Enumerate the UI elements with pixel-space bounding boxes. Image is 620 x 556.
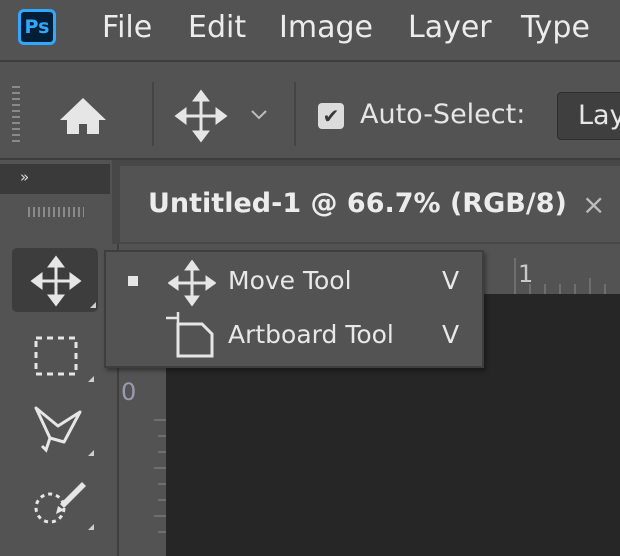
auto-select-label: Auto-Select: xyxy=(360,99,526,130)
close-tab-icon[interactable]: × xyxy=(582,188,605,221)
auto-select-target-dropdown[interactable]: Layer xyxy=(557,92,620,140)
chevron-down-icon xyxy=(251,110,267,120)
polygonal-lasso-icon xyxy=(34,406,94,456)
move-tool-flyout: Move Tool V Artboard Tool V xyxy=(104,250,484,368)
options-divider xyxy=(294,82,296,146)
flyout-item-shortcut: V xyxy=(442,266,460,295)
photoshop-logo[interactable]: Ps xyxy=(18,9,56,45)
flyout-item-shortcut: V xyxy=(442,320,460,349)
horizontal-ruler-label: 1 xyxy=(518,260,534,288)
move-tool-button[interactable] xyxy=(12,248,98,312)
menu-layer[interactable]: Layer xyxy=(408,8,492,48)
selected-indicator xyxy=(128,276,138,286)
home-button[interactable] xyxy=(52,88,114,144)
move-icon xyxy=(168,260,216,306)
auto-select-checkbox[interactable]: ✔ xyxy=(318,103,344,129)
tools-panel-grip[interactable] xyxy=(28,207,84,217)
menu-type[interactable]: Type xyxy=(521,8,590,48)
collapse-icon[interactable]: » xyxy=(20,168,29,186)
options-divider xyxy=(152,82,154,146)
menu-file[interactable]: File xyxy=(102,8,152,48)
vertical-ruler-label: 0 xyxy=(121,378,137,406)
move-icon xyxy=(174,89,228,143)
artboard-icon xyxy=(166,312,214,358)
flyout-item-label: Artboard Tool xyxy=(228,320,394,349)
flyout-item-move-tool[interactable]: Move Tool V xyxy=(108,256,482,310)
menu-image[interactable]: Image xyxy=(279,8,373,48)
quick-selection-icon xyxy=(34,482,94,530)
quick-selection-tool-button[interactable] xyxy=(12,470,98,534)
menu-edit[interactable]: Edit xyxy=(188,8,246,48)
flyout-item-artboard-tool[interactable]: Artboard Tool V xyxy=(108,310,482,364)
lasso-tool-button[interactable] xyxy=(12,396,98,460)
home-icon xyxy=(60,98,106,134)
marquee-tool-button[interactable] xyxy=(12,322,98,386)
tool-preset-picker[interactable] xyxy=(172,88,282,144)
flyout-item-label: Move Tool xyxy=(228,266,352,295)
move-tool-icon xyxy=(30,255,96,308)
tools-panel-header[interactable]: » xyxy=(0,164,110,194)
document-tab-title[interactable]: Untitled-1 @ 66.7% (RGB/8) xyxy=(148,188,567,219)
menu-divider xyxy=(0,60,620,62)
options-bar-grip[interactable] xyxy=(12,86,20,146)
menu-bar: Ps File Edit Image Layer Type xyxy=(0,0,620,58)
rectangular-marquee-icon xyxy=(34,336,94,382)
